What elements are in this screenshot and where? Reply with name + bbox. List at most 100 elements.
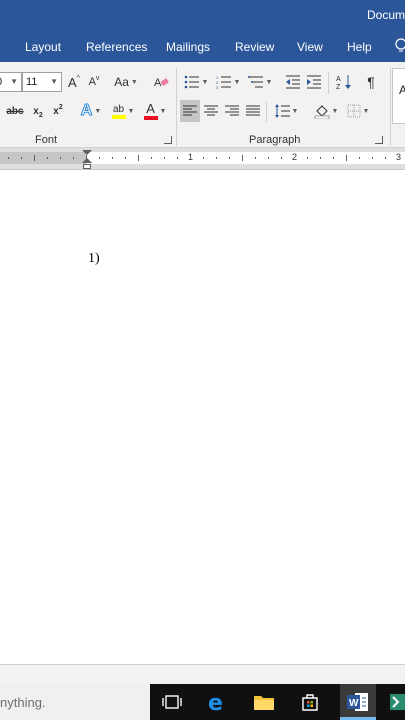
justify-icon [246, 105, 260, 116]
status-bar [0, 664, 405, 684]
align-center-icon [204, 105, 218, 116]
justify-button[interactable] [243, 100, 263, 122]
text-effects-button[interactable]: A ▼ [78, 100, 104, 122]
decrease-indent-button[interactable] [283, 71, 303, 93]
first-line-indent-marker[interactable] [82, 150, 92, 155]
sort-button[interactable]: AZ [334, 71, 354, 93]
tab-view[interactable]: View [297, 40, 323, 54]
style-gallery-item[interactable]: A [392, 68, 405, 124]
separator [266, 102, 267, 122]
subscript-button[interactable]: x2 [30, 100, 46, 122]
font-size-value: 11 [26, 76, 38, 88]
highlighter-icon: ab [112, 103, 125, 115]
paragraph-dialog-launcher[interactable] [375, 136, 383, 144]
left-indent-marker[interactable] [83, 164, 91, 169]
multilevel-list-button[interactable]: ▼ [246, 71, 274, 93]
shrink-font-icon: A [88, 76, 96, 88]
app-icon[interactable] [388, 690, 405, 714]
ruler-tick [60, 157, 61, 159]
decrease-indent-icon [286, 75, 300, 89]
align-left-icon [183, 105, 197, 116]
separator [328, 72, 329, 94]
search-placeholder: nything. [0, 695, 46, 710]
numbering-button[interactable]: 1 2 3 ▼ [214, 71, 242, 93]
align-left-button[interactable] [180, 100, 200, 122]
bullets-button[interactable]: ▼ [182, 71, 210, 93]
tab-review[interactable]: Review [235, 40, 274, 54]
ruler-tick [164, 157, 165, 159]
svg-text:W: W [349, 698, 359, 709]
increase-indent-button[interactable] [304, 71, 324, 93]
ribbon-tabs: Layout References Mailings Review View H… [0, 32, 405, 62]
strikethrough-button[interactable]: abc [4, 100, 26, 122]
multilevel-list-icon [247, 76, 263, 88]
tab-layout[interactable]: Layout [25, 40, 61, 54]
edge-browser-icon[interactable]: e [206, 690, 230, 714]
font-color-icon: A [146, 101, 155, 116]
tab-help[interactable]: Help [347, 40, 372, 54]
taskbar-search-box[interactable]: nything. [0, 684, 150, 720]
ruler-tick [255, 157, 256, 159]
svg-text:3: 3 [216, 85, 219, 89]
lightbulb-icon[interactable] [393, 38, 405, 54]
superscript-button[interactable]: x2 [50, 100, 66, 122]
chevron-down-icon: ▼ [10, 77, 18, 86]
ribbon: 0 ▼ 11 ▼ A^ Av Aa▼ A abc x2 x2 A▼ ab ▼ A… [0, 62, 405, 148]
ruler-tick [229, 157, 230, 159]
ruler-tick [385, 157, 386, 159]
shrink-font-button[interactable]: Av [86, 71, 102, 93]
bullets-icon [184, 75, 199, 89]
ruler-tick [34, 155, 35, 161]
align-center-button[interactable] [201, 100, 221, 122]
grow-font-button[interactable]: A ^ [66, 71, 82, 93]
ruler-tick [333, 157, 334, 159]
ruler-tick [177, 157, 178, 159]
shading-button[interactable]: ▼ [312, 100, 340, 122]
hanging-indent-marker[interactable] [82, 158, 92, 163]
borders-button[interactable]: ▼ [344, 100, 372, 122]
ruler-number: 2 [292, 152, 298, 162]
font-dialog-launcher[interactable] [164, 136, 172, 144]
ruler-tick [138, 155, 139, 161]
file-explorer-icon[interactable] [252, 690, 276, 714]
tab-references[interactable]: References [86, 40, 147, 54]
group-separator [176, 68, 177, 146]
font-color-button[interactable]: A ▼ [140, 100, 170, 122]
font-group-label: Font [35, 134, 58, 146]
font-name-value: 0 [0, 76, 2, 88]
ruler-track[interactable]: 1 2 3 [0, 152, 405, 164]
ruler-tick [307, 157, 308, 159]
change-case-button[interactable]: Aa ▼ [112, 71, 140, 93]
taskbar: nything. e W [0, 684, 405, 720]
document-page[interactable]: 1) [0, 170, 405, 664]
task-view-icon[interactable] [160, 690, 184, 714]
chevron-down-icon: ▼ [50, 77, 58, 86]
ruler-number: 3 [396, 152, 402, 162]
word-app-icon[interactable]: W [346, 690, 370, 714]
text-effects-icon: A [80, 102, 93, 120]
font-name-combo[interactable]: 0 ▼ [0, 72, 22, 92]
tab-mailings[interactable]: Mailings [166, 40, 210, 54]
clear-formatting-button[interactable]: A [152, 71, 170, 93]
svg-text:e: e [208, 691, 223, 713]
ruler-tick [203, 157, 204, 159]
align-right-button[interactable] [222, 100, 242, 122]
list-number[interactable]: 1) [88, 251, 100, 267]
font-color-swatch [143, 116, 158, 120]
ruler-tick [268, 157, 269, 159]
ruler-tick [21, 157, 22, 159]
ruler-tick [281, 157, 282, 159]
title-bar: Docum [0, 0, 405, 32]
show-formatting-button[interactable]: ¶ [362, 71, 380, 93]
ruler-tick [359, 157, 360, 159]
store-icon[interactable] [298, 690, 322, 714]
ruler-tick [372, 157, 373, 159]
eraser-icon: A [154, 77, 169, 89]
ruler-tick [99, 157, 100, 159]
line-spacing-button[interactable]: ▼ [272, 100, 300, 122]
ruler-tick [346, 155, 347, 161]
font-size-combo[interactable]: 11 ▼ [22, 72, 62, 92]
highlight-button[interactable]: ab ▼ [108, 100, 138, 122]
sort-icon: AZ [336, 75, 351, 90]
document-title: Docum [366, 8, 405, 22]
